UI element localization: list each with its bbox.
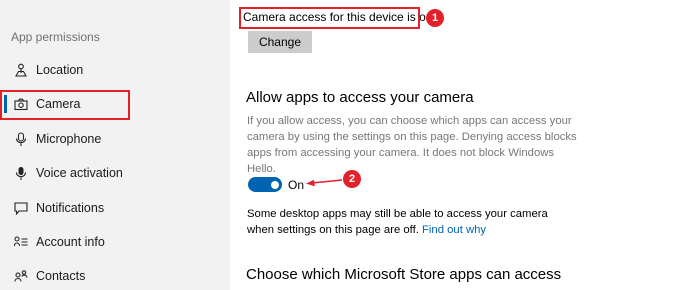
annotation-badge-1: 1 xyxy=(426,9,444,27)
allow-apps-description: If you allow access, you can choose whic… xyxy=(247,115,577,175)
account-info-icon xyxy=(9,236,33,248)
sidebar: App permissions Location Camera Micropho… xyxy=(0,0,230,290)
allow-apps-toggle[interactable] xyxy=(248,177,282,192)
sidebar-item-label: Voice activation xyxy=(36,166,123,180)
sidebar-item-account-info[interactable]: Account info xyxy=(0,225,230,259)
desktop-apps-note: Some desktop apps may still be able to a… xyxy=(247,206,577,238)
main-content: Camera access for this device is on 1 Ch… xyxy=(230,0,680,290)
toggle-knob xyxy=(271,180,279,189)
location-icon xyxy=(9,63,33,77)
sidebar-item-label: Microphone xyxy=(36,132,102,146)
microphone-icon xyxy=(9,131,33,147)
desktop-apps-note-text: Some desktop apps may still be able to a… xyxy=(247,208,548,236)
camera-highlight-box xyxy=(0,90,130,120)
sidebar-item-microphone[interactable]: Microphone xyxy=(0,122,230,156)
find-out-why-link[interactable]: Find out why xyxy=(422,224,486,236)
store-apps-heading: Choose which Microsoft Store apps can ac… xyxy=(246,266,562,283)
sidebar-item-notifications[interactable]: Notifications xyxy=(0,191,230,225)
sidebar-item-label: Account info xyxy=(36,235,105,249)
sidebar-item-label: Location xyxy=(36,63,84,77)
annotation-arrow xyxy=(306,179,343,187)
sidebar-item-label: Contacts xyxy=(36,269,86,283)
section-label-app-permissions: App permissions xyxy=(11,30,100,44)
sidebar-item-voice-activation[interactable]: Voice activation xyxy=(0,156,230,190)
contacts-icon xyxy=(9,270,33,282)
sidebar-item-label: Notifications xyxy=(36,201,105,215)
annotation-badge-2: 2 xyxy=(343,170,361,188)
sidebar-item-contacts[interactable]: Contacts xyxy=(0,259,230,290)
allow-apps-heading: Allow apps to access your camera xyxy=(246,89,474,106)
voice-activation-icon xyxy=(9,166,33,181)
status-highlight-box xyxy=(239,7,420,29)
notifications-icon xyxy=(9,201,33,215)
toggle-state-label: On xyxy=(288,178,305,192)
change-button[interactable]: Change xyxy=(248,31,312,53)
sidebar-item-location[interactable]: Location xyxy=(0,53,230,87)
